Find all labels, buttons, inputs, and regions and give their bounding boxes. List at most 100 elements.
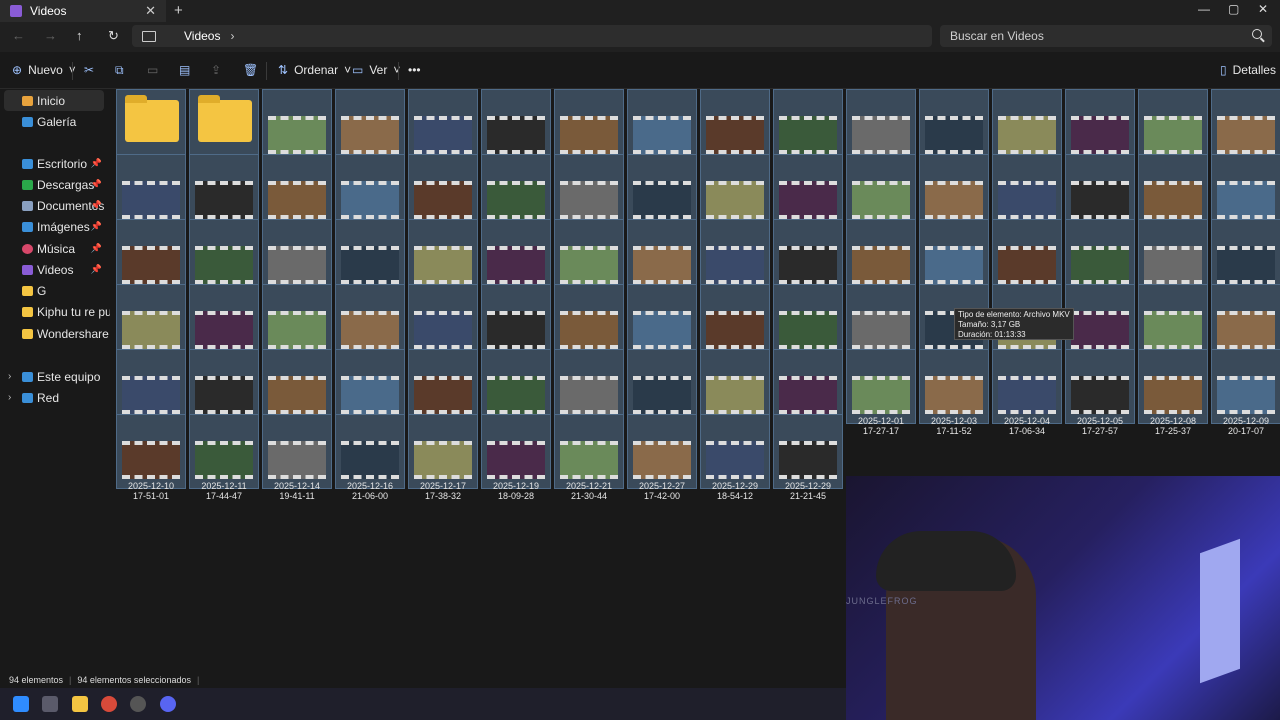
rename-button[interactable]: ▤ (179, 63, 190, 77)
video-file-item[interactable]: 2025-12-16 21-06-00 (335, 414, 405, 501)
video-file-item[interactable]: 2025-10-0319-19-54 (116, 154, 186, 241)
video-file-item[interactable]: 2025-10-2819-10-28 (408, 219, 478, 306)
more-options-button[interactable]: ••• (408, 63, 421, 77)
video-file-item[interactable]: 2025-09-3021-23-35 (846, 89, 916, 176)
video-file-item[interactable]: 2025-12-04 17-06-34 (992, 349, 1062, 436)
sidebar-item-descargas[interactable]: Descargas 📌 (0, 174, 110, 195)
video-file-item[interactable]: 2025-12-11 17-44-47 (189, 414, 259, 501)
video-file-item[interactable]: 2025-12-14 19-41-11 (262, 414, 332, 501)
video-file-item[interactable]: 2025-11-2017-23-32 (189, 349, 259, 436)
video-file-item[interactable]: 2025-11-2918-38-00 (773, 349, 843, 436)
video-file-item[interactable]: 2025-12-05 17-27-57 (1065, 349, 1135, 436)
video-file-item[interactable]: 2025-11-0518-27-47 (773, 219, 843, 306)
video-file-item[interactable]: 2025-11-2217-26-08 (335, 349, 405, 436)
video-file-item[interactable]: 2025-09-1321-34-35 (335, 89, 405, 176)
sidebar-item-galeria[interactable]: Galería (0, 111, 110, 132)
sidebar-item-imagenes[interactable]: Imágenes 📌 (0, 216, 110, 237)
video-file-item[interactable]: 2025-12-19 18-09-28 (481, 414, 551, 501)
video-file-item[interactable]: 2025-10-1718-33-37 (700, 154, 770, 241)
chrome-icon[interactable] (101, 696, 117, 712)
video-file-item[interactable]: 2025-10-0319-47-42 (189, 154, 259, 241)
video-file-item[interactable]: 2025-10-2819-46-00 (481, 219, 551, 306)
video-file-item[interactable]: 2025-11-2000-08-32 (1065, 284, 1135, 371)
video-file-item[interactable]: 2025-09-3019-27-47 (627, 89, 697, 176)
video-file-item[interactable]: 2025-11-1320-00-19 (1211, 219, 1280, 306)
video-file-item[interactable]: 2025-11-2717-20-06 (627, 349, 697, 436)
video-file-item[interactable]: 2025-11-2517-06-50 (481, 349, 551, 436)
pin-icon[interactable]: 📌 (91, 200, 102, 211)
video-file-item[interactable]: 2025-09-2919-18-09 (408, 89, 478, 176)
video-file-item[interactable]: 2025-11-2000-03-50 (846, 284, 916, 371)
discord-icon[interactable] (160, 696, 176, 712)
breadcrumb-videos[interactable]: Videos (184, 29, 220, 43)
pin-icon[interactable]: 📌 (91, 264, 102, 275)
video-file-item[interactable]: 2025-10-0318-40-10 (1211, 89, 1280, 176)
app-icon[interactable] (42, 696, 58, 712)
video-file-item[interactable]: 2025-10-1418-58-30 (627, 154, 697, 241)
video-file-item[interactable]: 2025-11-2000-02-58 (773, 284, 843, 371)
video-file-item[interactable]: 2025-11-2000-13-08 (1138, 284, 1208, 371)
video-file-item[interactable]: 2025-12-21 21-30-44 (554, 414, 624, 501)
pin-icon[interactable]: 📌 (91, 243, 102, 254)
sidebar-item-inicio[interactable]: Inicio (4, 90, 104, 111)
delete-button[interactable]: 🗑 (243, 63, 258, 77)
video-file-item[interactable]: 2025-11-1320-02-56 (116, 284, 186, 371)
forward-arrow-icon[interactable]: → (44, 28, 57, 43)
up-arrow-icon[interactable]: ↑ (76, 28, 83, 43)
sidebar-item-wondershare[interactable]: Wondershare Filmc (0, 323, 110, 344)
video-file-item[interactable]: 2025-10-0819-37-37 (262, 154, 332, 241)
video-file-item[interactable]: 2025-10-0918-17-59 (481, 154, 551, 241)
paste-button[interactable]: ▭ (147, 63, 158, 77)
video-file-item[interactable]: 2025-11-1521-06-23 (189, 284, 259, 371)
video-file-item[interactable]: 2025-10-2218-19-41 (1211, 154, 1280, 241)
folder-item[interactable]: AnyDesk (189, 89, 259, 167)
video-file-item[interactable]: 2025-12-29 18-54-12 (700, 414, 770, 501)
tab-close-icon[interactable]: ✕ (145, 3, 156, 19)
video-file-item[interactable]: 2025-11-0519-33-56 (846, 219, 916, 306)
video-file-item[interactable]: 2025-09-1321-29-23 (262, 89, 332, 176)
video-file-item[interactable]: 2025-11-1923-57-57 (627, 284, 697, 371)
close-window-button[interactable]: ✕ (1258, 2, 1268, 16)
video-file-item[interactable]: 2025-10-1720-23-23 (1065, 154, 1135, 241)
pin-icon[interactable]: 📌 (91, 221, 102, 232)
details-button[interactable]: ▯ Detalles (1220, 63, 1276, 77)
copy-button[interactable]: ⧉ (115, 63, 124, 78)
video-file-item[interactable]: 2025-10-2419-44-32 (262, 219, 332, 306)
video-file-item[interactable]: 2025-11-2117-23-21 (262, 349, 332, 436)
video-file-item[interactable]: 2025-10-1718-39-31 (773, 154, 843, 241)
video-file-item[interactable]: 2025-10-0218-43-48 (919, 89, 989, 176)
video-file-item[interactable]: 2025-11-1717-54-13 (335, 284, 405, 371)
sidebar-item-documentos[interactable]: Documentos 📌 (0, 195, 110, 216)
video-file-item[interactable]: 2025-11-1818-57-54 (408, 284, 478, 371)
steam-icon[interactable] (130, 696, 146, 712)
video-file-item[interactable]: 2025-11-2617-17-37 (554, 349, 624, 436)
video-file-item[interactable]: 2025-11-2417-04-57 (408, 349, 478, 436)
video-file-item[interactable]: 2025-10-2418-27-35 (189, 219, 259, 306)
video-file-item[interactable]: 2025-12-17 17-38-32 (408, 414, 478, 501)
video-file-item[interactable]: 2025-10-3020-20-35 (700, 219, 770, 306)
maximize-button[interactable]: ▢ (1228, 2, 1239, 16)
video-file-item[interactable]: 2025-11-1119-13-55 (1138, 219, 1208, 306)
video-file-item[interactable]: 2025-10-0819-55-56 (408, 154, 478, 241)
video-file-item[interactable]: 2025-12-09 20-17-07 (1211, 349, 1280, 436)
cut-button[interactable]: ✂ (84, 63, 94, 77)
video-file-item[interactable]: 2025-10-2019-16-45 (1138, 154, 1208, 241)
video-file-item[interactable]: 2025-09-2920-12-55 (481, 89, 551, 176)
folder-item[interactable]: Capturas (116, 89, 186, 167)
new-button[interactable]: ⊕Nuevo˅ (12, 63, 76, 77)
back-arrow-icon[interactable]: ← (12, 28, 25, 43)
share-button[interactable]: ⇪ (211, 63, 221, 77)
sidebar-item-musica[interactable]: Música 📌 (0, 238, 110, 259)
video-file-item[interactable]: 2025-10-1719-02-56 (992, 154, 1062, 241)
refresh-icon[interactable]: ↻ (108, 28, 119, 44)
sort-button[interactable]: ⇅ Ordenar ˅ (278, 63, 351, 77)
video-file-item[interactable]: 2025-12-29 21-21-45 (773, 414, 843, 501)
video-file-item[interactable]: 2025-10-0219-49-24 (1138, 89, 1208, 176)
video-file-item[interactable]: 2025-10-1418-50-56 (554, 154, 624, 241)
chevron-right-icon[interactable]: › (8, 392, 11, 403)
pin-icon[interactable]: 📌 (91, 179, 102, 190)
video-file-item[interactable]: 2025-11-1917-17-16 (554, 284, 624, 371)
file-explorer-icon[interactable] (72, 696, 88, 712)
sidebar-item-escritorio[interactable]: Escritorio 📌 (0, 153, 110, 174)
video-file-item[interactable]: 2025-11-2000-19-21 (116, 349, 186, 436)
